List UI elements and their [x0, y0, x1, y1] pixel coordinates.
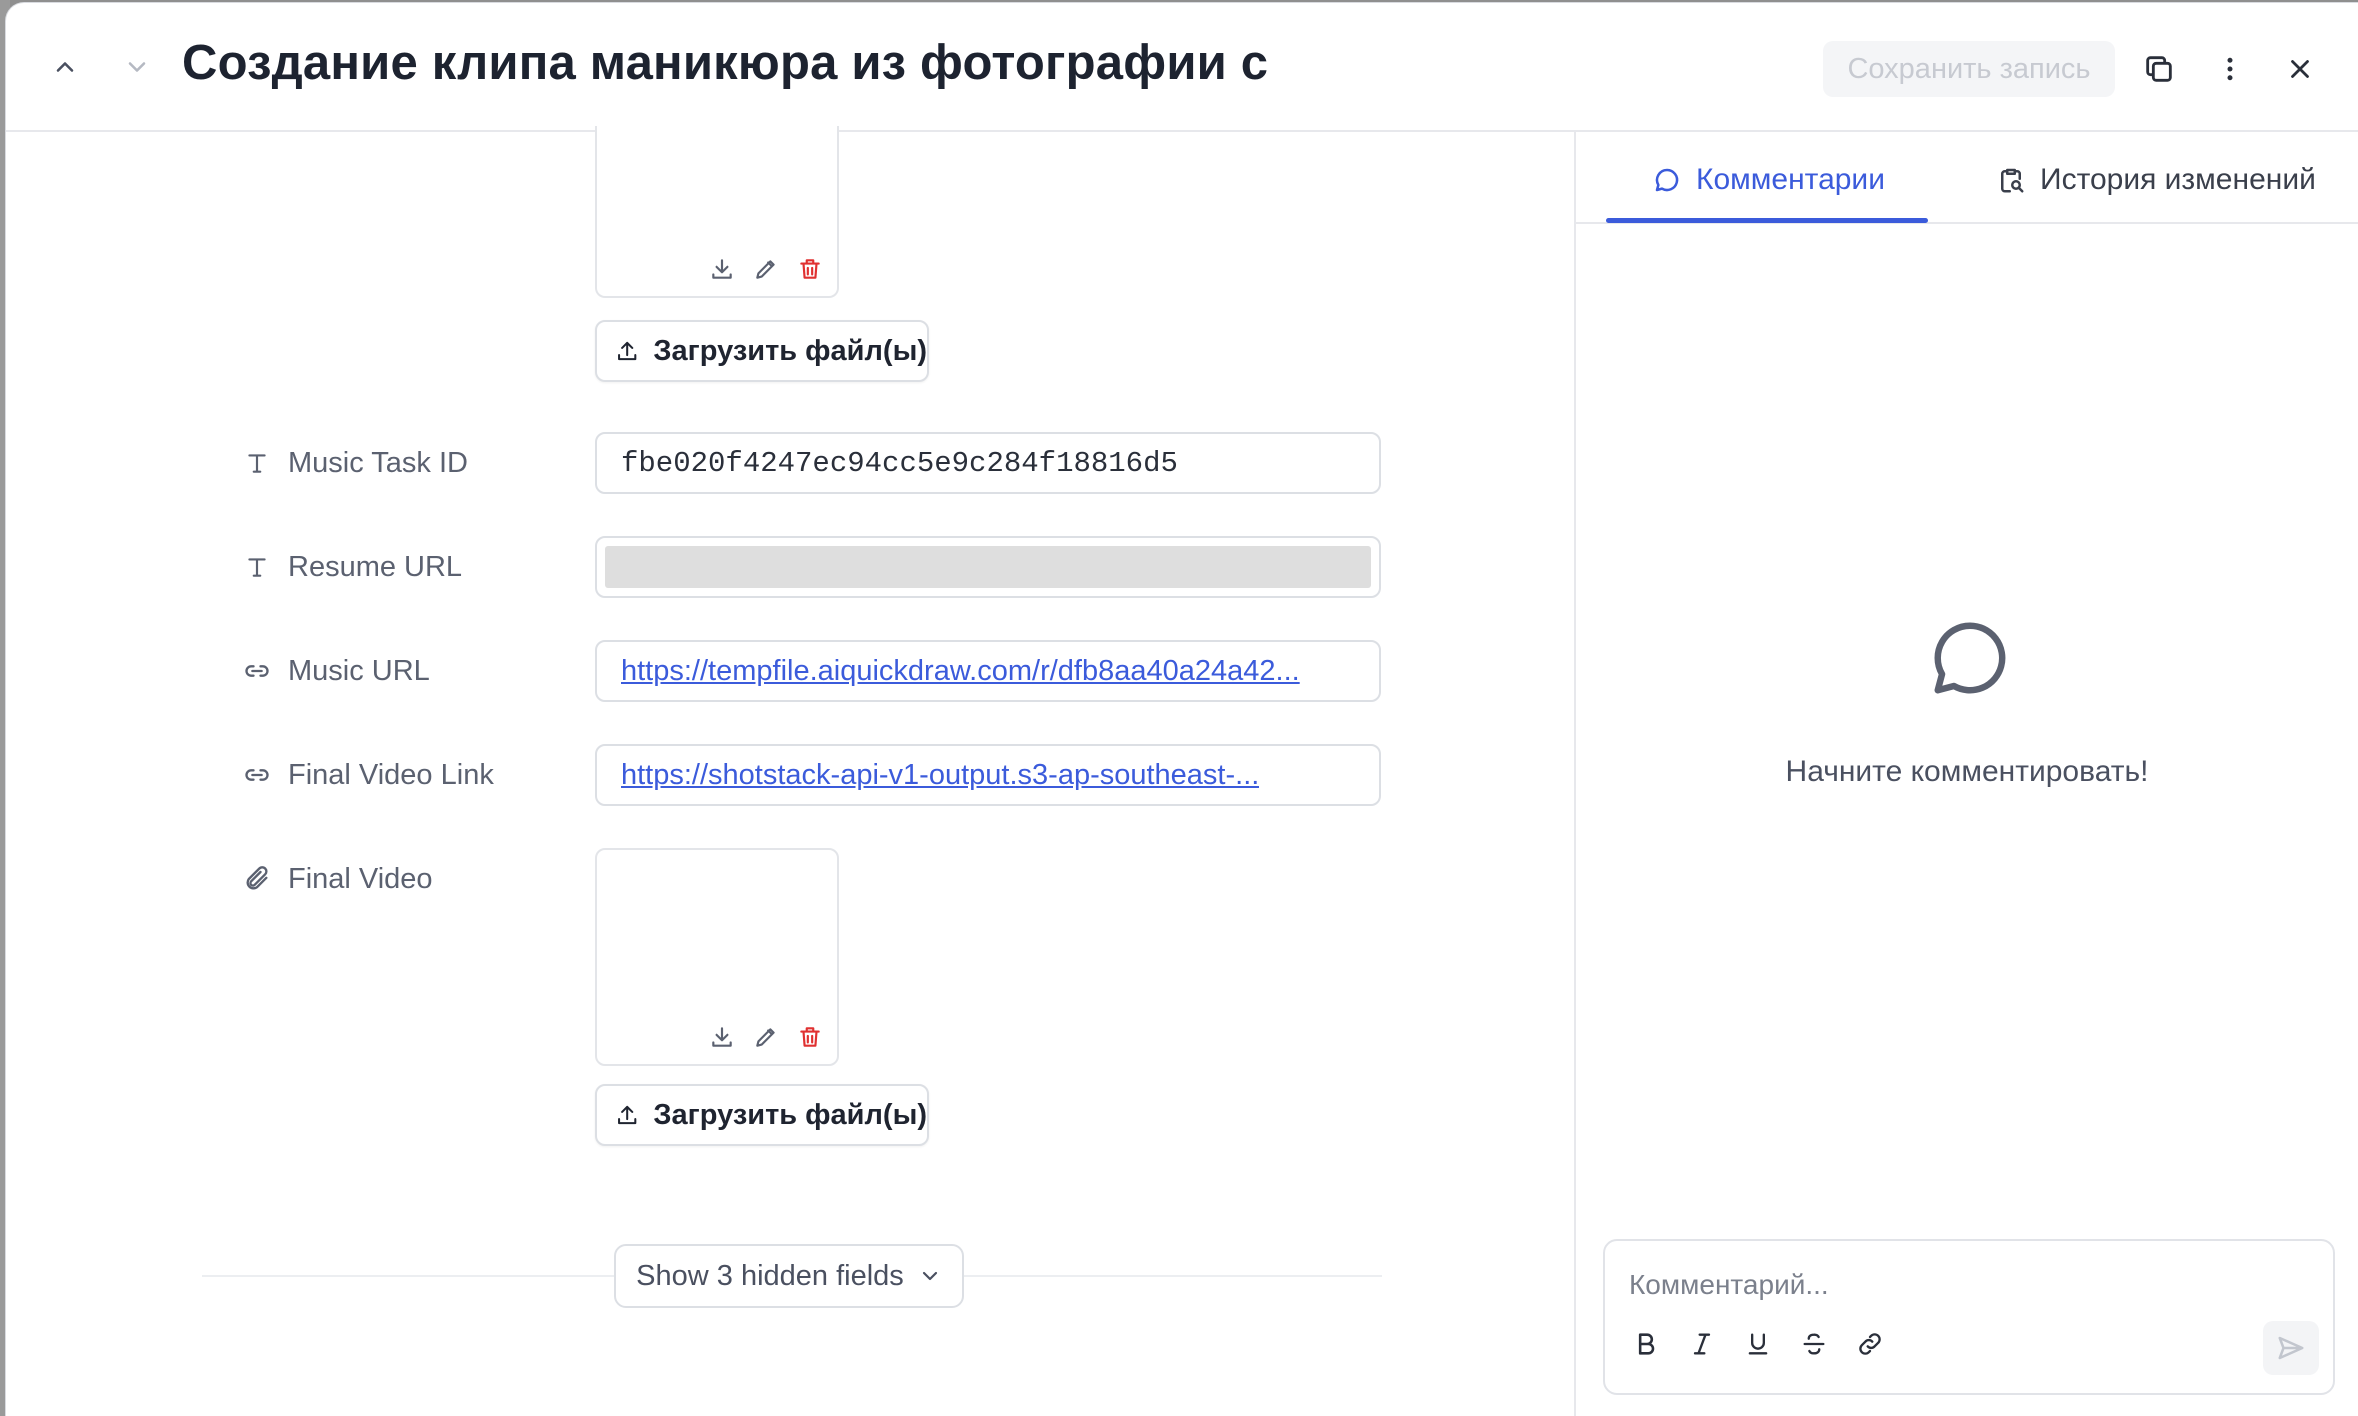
underline-icon	[1748, 1333, 1768, 1355]
chat-bubble-icon	[1934, 622, 2006, 694]
bold-button[interactable]	[1629, 1327, 1663, 1361]
text-field-icon	[242, 448, 272, 478]
download-icon	[712, 259, 732, 279]
download-button[interactable]	[707, 1022, 737, 1052]
link-icon	[242, 760, 272, 790]
attachment-actions	[707, 1022, 825, 1052]
more-vertical-icon	[2227, 57, 2233, 81]
next-record-button[interactable]	[113, 43, 161, 91]
link-icon	[242, 656, 272, 686]
delete-button[interactable]	[795, 1022, 825, 1052]
send-icon	[2278, 1336, 2304, 1360]
download-icon	[712, 1027, 732, 1047]
trash-icon	[800, 1027, 820, 1047]
sidebar-tabs: Комментарии История изменений	[1576, 132, 2358, 224]
strikethrough-icon	[1803, 1333, 1825, 1355]
music-task-id-input[interactable]: fbe020f4247ec94cc5e9c284f18816d5	[595, 432, 1381, 494]
copy-icon	[2146, 56, 2172, 82]
clipboard-search-icon	[2001, 168, 2024, 193]
field-label-text: Music Task ID	[288, 446, 468, 479]
field-label-final-video: Final Video	[242, 859, 433, 899]
link-icon	[1859, 1333, 1881, 1355]
pencil-icon	[756, 260, 775, 279]
more-options-button[interactable]	[2207, 46, 2253, 92]
chevron-up-icon	[56, 62, 74, 72]
underline-button[interactable]	[1741, 1327, 1775, 1361]
final-video-thumbnail[interactable]	[595, 848, 839, 1066]
upload-icon	[618, 341, 637, 361]
active-tab-indicator	[1606, 218, 1928, 223]
tab-label: История изменений	[2040, 163, 2316, 196]
field-label-text: Final Video Link	[288, 758, 494, 791]
link-button[interactable]	[1853, 1327, 1887, 1361]
field-label-text: Final Video	[288, 862, 433, 895]
record-fields-pane: Загрузить файл(ы) Music Task ID fbe020f4…	[6, 126, 1574, 1416]
field-label-text: Resume URL	[288, 550, 463, 583]
music-url-link[interactable]: https://tempfile.aiquickdraw.com/r/dfb8a…	[621, 655, 1300, 688]
save-record-button[interactable]: Сохранить запись	[1823, 41, 2115, 97]
tab-comments[interactable]: Комментарии	[1652, 158, 1885, 202]
paperclip-icon	[242, 864, 272, 894]
download-button[interactable]	[707, 254, 737, 284]
final-video-link[interactable]: https://shotstack-api-v1-output.s3-ap-so…	[621, 759, 1259, 792]
resume-url-input[interactable]	[595, 536, 1381, 598]
chevron-down-icon	[922, 1271, 937, 1281]
field-label-resume-url: Resume URL	[242, 547, 462, 587]
field-label-final-video-link: Final Video Link	[242, 755, 494, 795]
delete-button[interactable]	[795, 254, 825, 284]
edit-button[interactable]	[751, 254, 781, 284]
edit-button[interactable]	[751, 1022, 781, 1052]
comments-sidebar: Комментарии История изменений Начните ко…	[1574, 132, 2358, 1416]
upload-label: Загрузить файл(ы)	[653, 334, 927, 367]
chevron-down-icon	[128, 62, 146, 72]
close-icon	[2291, 60, 2309, 78]
chat-bubble-icon	[1655, 168, 1679, 192]
formatting-toolbar	[1629, 1327, 1887, 1361]
comment-composer	[1603, 1239, 2335, 1395]
send-comment-button[interactable]	[2263, 1321, 2319, 1375]
upload-files-button[interactable]: Загрузить файл(ы)	[595, 1084, 929, 1146]
final-video-link-input[interactable]: https://shotstack-api-v1-output.s3-ap-so…	[595, 744, 1381, 806]
field-label-music-url: Music URL	[242, 651, 430, 691]
upload-icon	[618, 1105, 637, 1125]
music-task-id-value: fbe020f4247ec94cc5e9c284f18816d5	[621, 446, 1178, 480]
comment-input[interactable]	[1629, 1265, 2229, 1305]
strikethrough-button[interactable]	[1797, 1327, 1831, 1361]
upload-label: Загрузить файл(ы)	[653, 1098, 927, 1131]
field-label-music-task-id: Music Task ID	[242, 443, 468, 483]
field-label-text: Music URL	[288, 654, 430, 687]
trash-icon	[800, 259, 820, 279]
upload-files-button[interactable]: Загрузить файл(ы)	[595, 320, 929, 382]
previous-record-button[interactable]	[41, 43, 89, 91]
bold-icon	[1638, 1333, 1655, 1355]
show-hidden-fields-button[interactable]: Show 3 hidden fields	[614, 1244, 964, 1308]
redacted-value	[605, 546, 1371, 588]
tab-label: Комментарии	[1696, 163, 1885, 196]
duplicate-button[interactable]	[2136, 46, 2182, 92]
attachment-actions	[707, 254, 825, 284]
attachment-thumbnail[interactable]	[595, 126, 839, 298]
empty-comments-message: Начните комментировать!	[1785, 755, 2149, 788]
record-modal: Создание клипа маникюра из фотографии с …	[6, 3, 2358, 1416]
close-button[interactable]	[2277, 46, 2323, 92]
italic-button[interactable]	[1685, 1327, 1719, 1361]
record-title[interactable]: Создание клипа маникюра из фотографии с	[182, 35, 1268, 91]
italic-icon	[1693, 1333, 1711, 1355]
tab-change-history[interactable]: История изменений	[1996, 158, 2316, 202]
show-hidden-label: Show 3 hidden fields	[636, 1259, 904, 1292]
music-url-input[interactable]: https://tempfile.aiquickdraw.com/r/dfb8a…	[595, 640, 1381, 702]
pencil-icon	[756, 1028, 775, 1047]
modal-header: Создание клипа маникюра из фотографии с …	[6, 3, 2358, 132]
text-field-icon	[242, 552, 272, 582]
